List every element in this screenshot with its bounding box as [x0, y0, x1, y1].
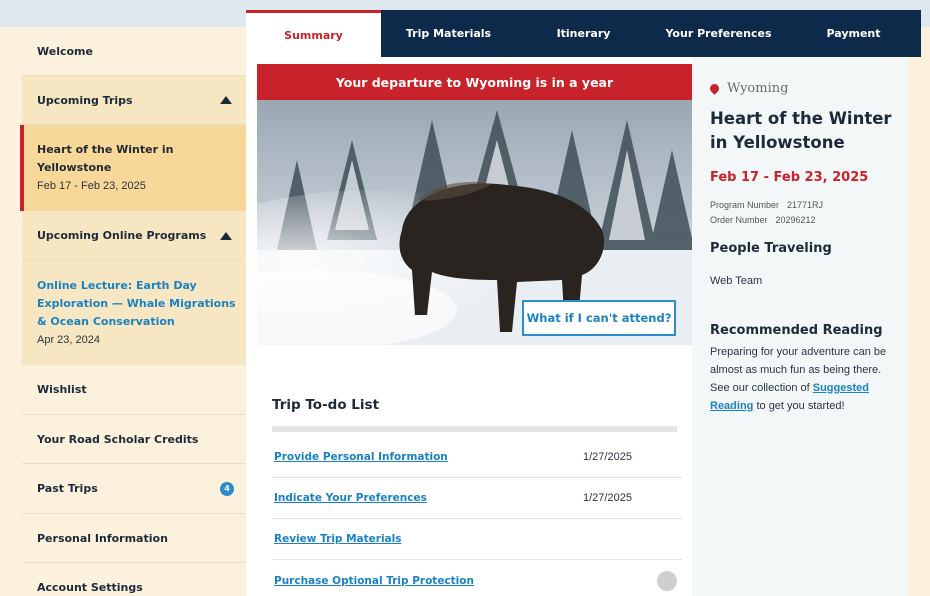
tab-trip-materials[interactable]: Trip Materials: [381, 10, 516, 57]
todo-row: Review Trip Materials: [272, 520, 681, 560]
program-dates: Apr 23, 2024: [37, 334, 100, 346]
sidebar-item-label: Upcoming Trips: [37, 93, 133, 107]
sidebar-group-upcoming-trips[interactable]: Upcoming Trips: [22, 76, 246, 125]
todo-row: Provide Personal Information 1/27/2025: [272, 438, 681, 478]
sidebar-item-credits[interactable]: Your Road Scholar Credits: [22, 415, 246, 464]
status-circle-icon: [657, 571, 677, 591]
sidebar-item-personal-info[interactable]: Personal Information: [22, 514, 246, 563]
meta-label: Program Number: [710, 200, 780, 210]
caret-up-icon[interactable]: [220, 231, 232, 240]
sidebar-item-wishlist[interactable]: Wishlist: [22, 365, 246, 415]
reading-heading: Recommended Reading: [710, 323, 883, 338]
divider: [272, 426, 677, 432]
count-badge: 4: [220, 481, 234, 496]
todo-link[interactable]: Purchase Optional Trip Protection: [274, 575, 474, 587]
sidebar: Welcome Upcoming Trips Heart of the Wint…: [0, 27, 246, 596]
program-number: Program Number 21771RJ: [710, 200, 823, 210]
sidebar-item-label: Past Trips: [37, 482, 98, 495]
tab-your-preferences[interactable]: Your Preferences: [651, 10, 786, 57]
location: Wyoming: [708, 81, 789, 96]
sidebar-item-label: Wishlist: [37, 383, 87, 396]
sidebar-item-past-trips[interactable]: Past Trips 4: [22, 464, 246, 514]
sidebar-item-label: Personal Information: [37, 531, 168, 545]
main-panel: Your departure to Wyoming is in a year W…: [246, 57, 692, 596]
sidebar-item-account-settings[interactable]: Account Settings: [22, 563, 246, 596]
order-number: Order Number 20296212: [710, 215, 816, 225]
todo-title: Trip To-do List: [272, 397, 380, 413]
sidebar-item-label: Upcoming Online Programs: [37, 229, 207, 242]
sidebar-item-active-trip[interactable]: Heart of the Winter in Yellowstone Feb 1…: [20, 125, 246, 211]
caret-up-icon[interactable]: [220, 96, 232, 104]
tab-bar: Summary Trip Materials Itinerary Your Pr…: [246, 10, 921, 57]
sidebar-item-label: Your Road Scholar Credits: [37, 432, 199, 446]
sidebar-group-upcoming-online[interactable]: Upcoming Online Programs: [22, 211, 246, 261]
sidebar-item-welcome[interactable]: Welcome: [22, 27, 246, 76]
trip-dates: Feb 17 - Feb 23, 2025: [710, 170, 869, 185]
tab-payment[interactable]: Payment: [786, 10, 921, 57]
location-label: Wyoming: [727, 81, 789, 96]
attend-help-button[interactable]: What if I can't attend?: [522, 300, 676, 336]
departure-banner: Your departure to Wyoming is in a year: [257, 64, 692, 100]
todo-link[interactable]: Review Trip Materials: [274, 533, 401, 545]
meta-value: 20296212: [775, 215, 816, 225]
reading-text-part: to get you started!: [753, 400, 845, 412]
sidebar-item-online-program[interactable]: Online Lecture: Earth Day Exploration — …: [22, 261, 246, 365]
tab-itinerary[interactable]: Itinerary: [516, 10, 651, 57]
trip-title: Heart of the Winter in Yellowstone: [710, 109, 892, 152]
people-heading: People Traveling: [710, 241, 832, 256]
meta-value: 21771RJ: [787, 200, 824, 210]
trip-dates: Feb 17 - Feb 23, 2025: [37, 180, 146, 192]
sidebar-item-label: Account Settings: [37, 580, 143, 594]
todo-row: Indicate Your Preferences 1/27/2025: [272, 479, 681, 519]
reading-text: Preparing for your adventure can be almo…: [710, 343, 900, 415]
todo-link[interactable]: Indicate Your Preferences: [274, 492, 427, 504]
meta-label: Order Number: [710, 215, 768, 225]
trip-details-panel: Wyoming Heart of the Winter in Yellowsto…: [692, 57, 908, 596]
todo-row: Purchase Optional Trip Protection: [272, 562, 681, 596]
todo-date: 1/27/2025: [583, 492, 632, 504]
trip-title: Heart of the Winter in Yellowstone: [37, 143, 174, 174]
todo-link[interactable]: Provide Personal Information: [274, 451, 448, 463]
program-title: Online Lecture: Earth Day Exploration — …: [37, 279, 236, 328]
tab-summary[interactable]: Summary: [246, 10, 381, 57]
location-pin-icon: [708, 82, 721, 95]
sidebar-item-label: Welcome: [37, 44, 93, 58]
traveler-name: Web Team: [710, 275, 763, 287]
todo-date: 1/27/2025: [583, 451, 632, 463]
